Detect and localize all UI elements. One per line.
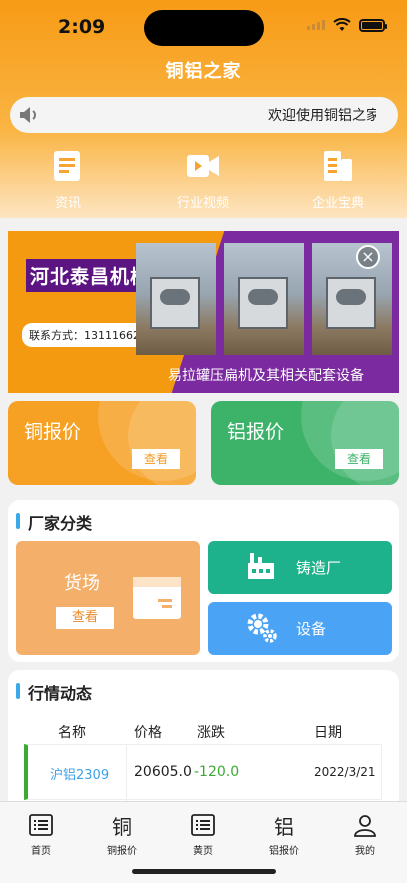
tab-label: 黄页 (193, 846, 213, 857)
banner-photo (136, 243, 216, 355)
tab-aluminum-price[interactable]: 铝 铝报价 (249, 812, 319, 858)
banner-photo (224, 243, 304, 355)
wifi-icon (333, 18, 351, 31)
user-icon (354, 815, 376, 837)
market-section-title: 行情动态 (16, 680, 92, 704)
equipment-label: 设备 (296, 620, 327, 638)
ad-banner[interactable]: 河北泰昌机械 联系方式：13111662829 易拉罐压扁机及其相关配套设备 (8, 231, 399, 393)
category-yard[interactable]: 货场 查看 (16, 541, 200, 655)
row-name[interactable]: 沪铝2309 (50, 764, 109, 783)
aluminum-price-card[interactable]: 铝报价 查看 (211, 401, 399, 485)
aluminum-price-title: 铝报价 (227, 421, 285, 443)
yard-view-button[interactable]: 查看 (56, 607, 114, 629)
video-icon (187, 155, 219, 177)
copper-char-icon: 铜 (112, 814, 132, 839)
quick-nav-video[interactable]: 行业视频 (153, 150, 253, 211)
factory-icon (248, 553, 274, 579)
yard-title: 货场 (64, 573, 100, 594)
tab-home[interactable]: 首页 (6, 812, 76, 857)
quick-nav-book[interactable]: 企业宝典 (288, 150, 388, 211)
quick-nav-label: 企业宝典 (311, 196, 364, 211)
speaker-icon (20, 107, 36, 123)
battery-icon (359, 18, 387, 32)
quick-nav-news[interactable]: 资讯 (18, 150, 118, 211)
column-header-date: 日期 (314, 725, 342, 741)
status-time: 2:09 (58, 16, 106, 38)
tab-yellow-pages[interactable]: 黄页 (168, 812, 238, 857)
app-title: 铜铝之家 (165, 61, 242, 82)
list-icon (191, 814, 215, 836)
tab-label: 首页 (31, 846, 51, 857)
home-indicator[interactable] (132, 869, 276, 874)
row-change: -120.0 (194, 764, 240, 780)
row-price: 20605.0 (134, 764, 192, 780)
notice-text: 欢迎使用铜铝之家 (268, 108, 376, 124)
copper-price-title: 铜报价 (24, 421, 82, 443)
tab-label: 我的 (355, 846, 375, 857)
banner-tagline: 易拉罐压扁机及其相关配套设备 (168, 368, 364, 384)
column-header-name: 名称 (58, 725, 86, 741)
copper-view-button[interactable]: 查看 (132, 449, 180, 469)
close-icon[interactable]: × (356, 245, 380, 269)
tab-label: 铜报价 (107, 846, 137, 857)
tab-mine[interactable]: 我的 (330, 812, 400, 857)
box-icon (133, 577, 181, 619)
category-equipment[interactable]: 设备 (208, 602, 392, 655)
factory-section-title: 厂家分类 (16, 510, 92, 534)
table-row[interactable]: 沪铝2309 20605.0 -120.0 2022/3/21 (24, 744, 382, 801)
column-header-price: 价格 (134, 725, 162, 741)
dynamic-island (144, 10, 264, 46)
banner-company: 河北泰昌机械 (26, 259, 155, 292)
signal-icon (307, 20, 325, 30)
tab-copper-price[interactable]: 铜 铜报价 (87, 812, 157, 858)
quick-nav-label: 行业视频 (176, 196, 229, 211)
category-foundry[interactable]: 铸造厂 (208, 541, 392, 594)
list-icon (29, 814, 53, 836)
gear-icon (247, 613, 277, 643)
banner-photo (312, 243, 392, 355)
tab-label: 铝报价 (269, 846, 299, 857)
foundry-label: 铸造厂 (296, 559, 342, 577)
aluminum-view-button[interactable]: 查看 (335, 449, 383, 469)
column-header-change: 涨跌 (197, 725, 225, 741)
notice-bar[interactable]: 欢迎使用铜铝之家 (10, 97, 398, 133)
news-icon (54, 151, 80, 181)
row-divider (126, 745, 127, 801)
status-icons (307, 18, 387, 32)
aluminum-char-icon: 铝 (274, 814, 294, 839)
quick-nav-label: 资讯 (54, 196, 81, 211)
row-date: 2022/3/21 (314, 765, 376, 779)
book-icon (324, 151, 352, 181)
copper-price-card[interactable]: 铜报价 查看 (8, 401, 196, 485)
